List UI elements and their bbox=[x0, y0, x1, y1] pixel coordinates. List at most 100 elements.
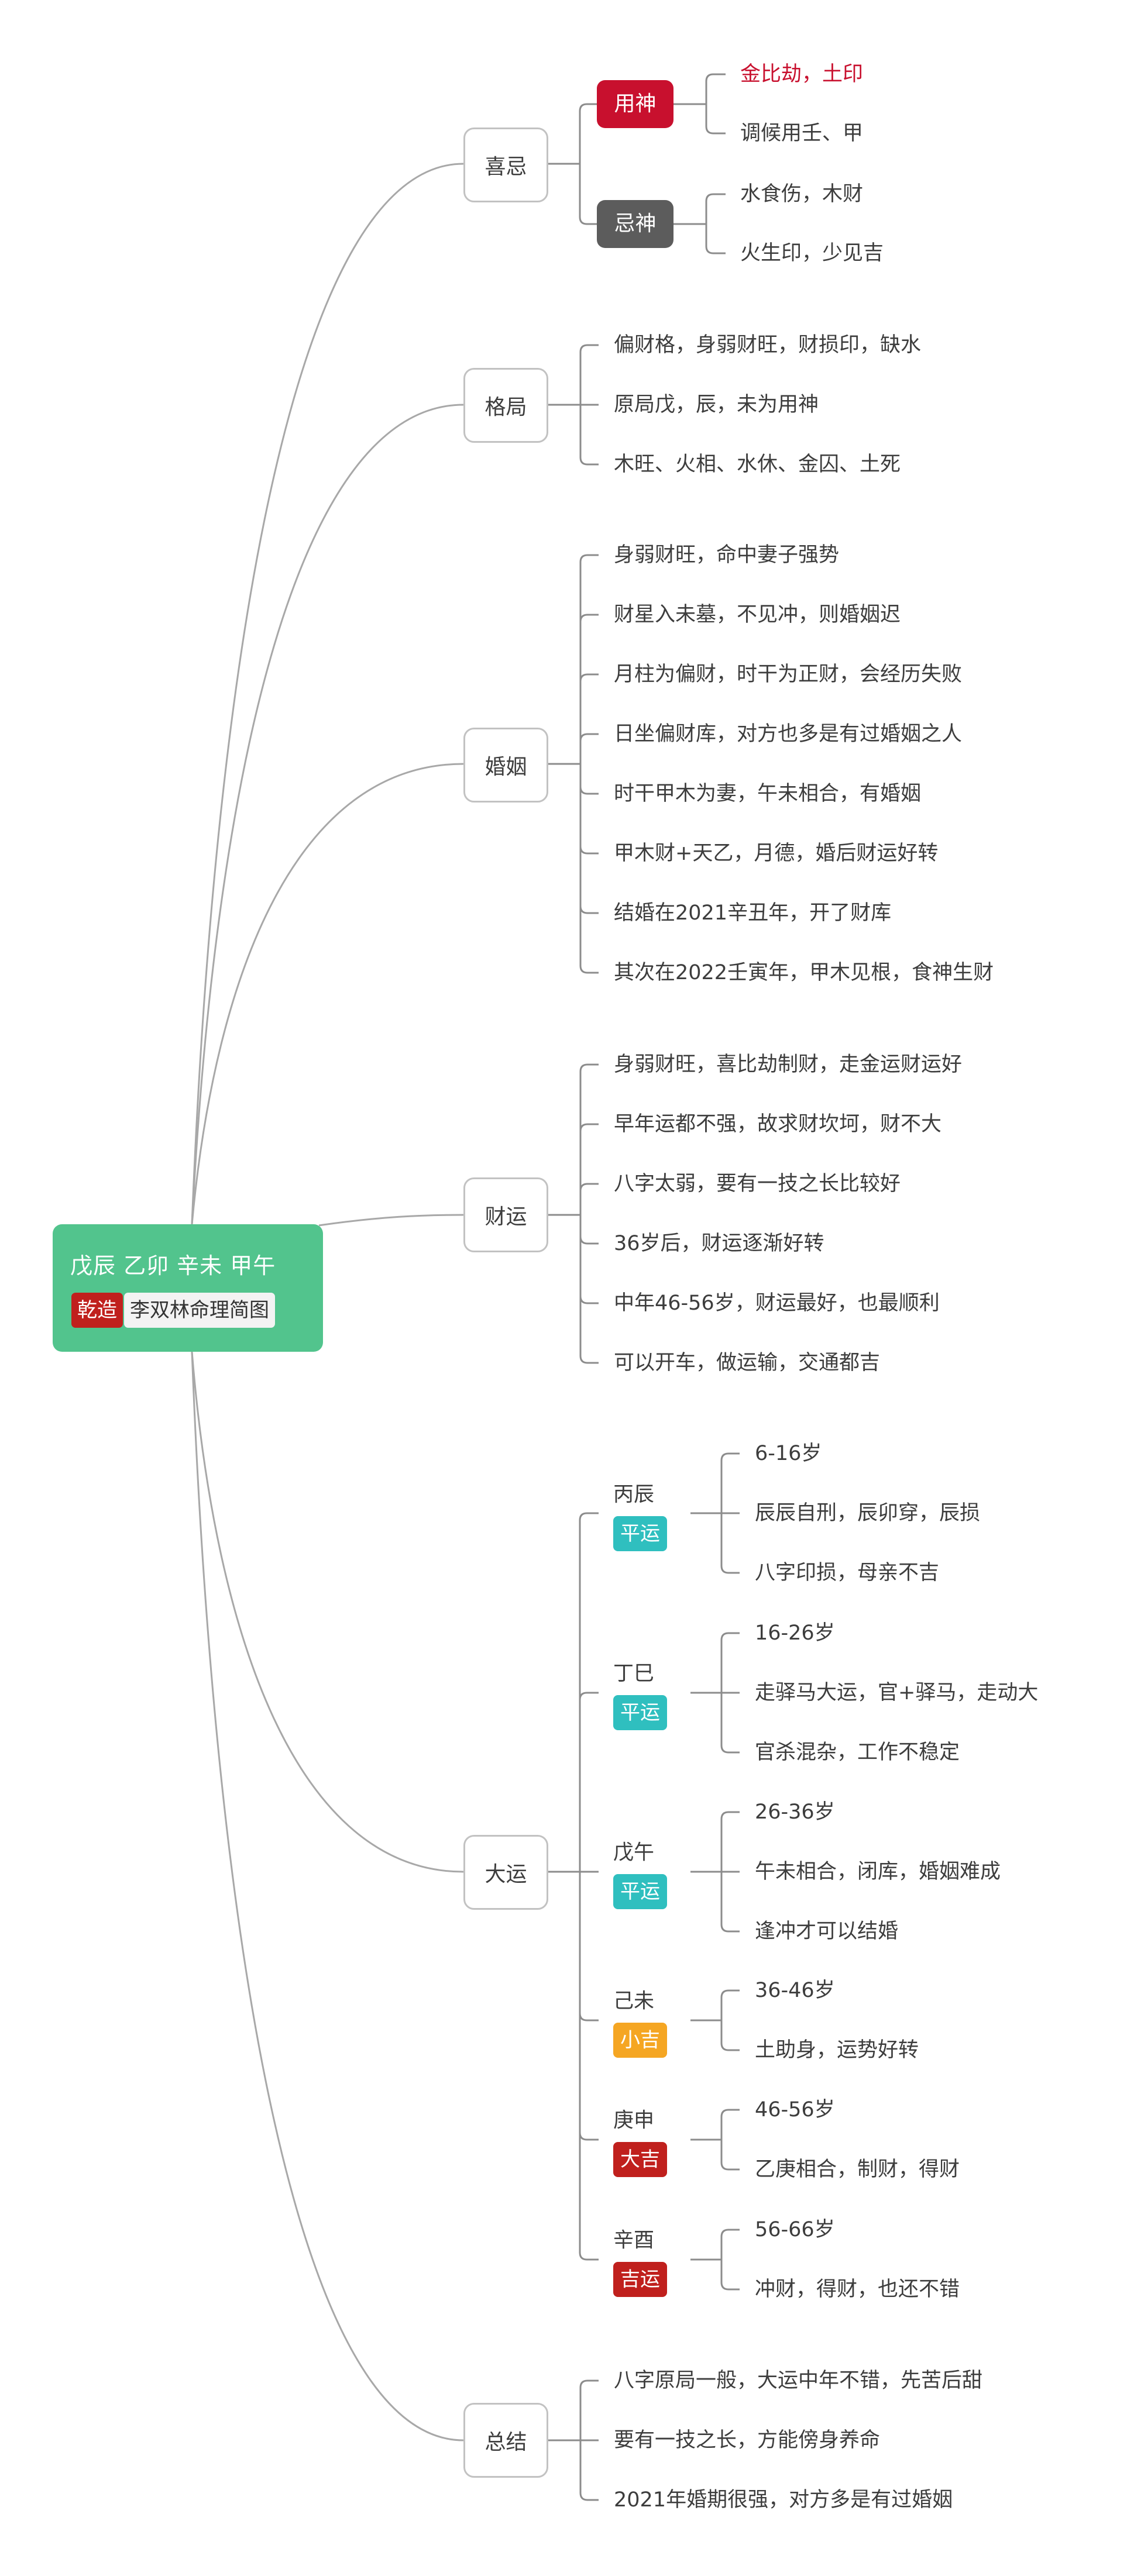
dayun-item: 走驿马大运，官+驿马，走动大 bbox=[755, 1681, 1039, 1704]
root-connector bbox=[191, 163, 464, 1225]
bracket-stub bbox=[579, 2013, 599, 2021]
dayun-item: 56-66岁 bbox=[755, 2218, 835, 2241]
bracket-stub bbox=[579, 1296, 599, 1304]
zongjie-item: 2021年婚期很强，对方多是有过婚姻 bbox=[614, 2488, 953, 2512]
zongjie-item: 八字原局一般，大运中年不错，先苦后甜 bbox=[614, 2369, 983, 2392]
dayun-item: 乙庚相合，制财，得财 bbox=[755, 2158, 960, 2181]
dayun-rating-badge: 吉运 bbox=[613, 2262, 667, 2297]
bracket-stub bbox=[579, 733, 599, 742]
bracket-stub bbox=[579, 1236, 599, 1245]
hunyin-item: 结婚在2021辛丑年，开了财库 bbox=[614, 901, 892, 925]
dayun-item: 午未相合，闭库，婚姻难成 bbox=[755, 1860, 1001, 1883]
geju-item: 木旺、火相、水休、金囚、土死 bbox=[614, 453, 901, 476]
dayun-pillar: 丁巳 bbox=[613, 1662, 655, 1686]
hunyin-item: 日坐偏财库，对方也多是有过婚姻之人 bbox=[614, 722, 963, 746]
bracket-stub bbox=[579, 2379, 599, 2388]
caiyun-item: 早年运都不强，故求财坎坷，财不大 bbox=[614, 1113, 942, 1136]
bracket-stub bbox=[720, 1632, 740, 1641]
bracket-stub bbox=[579, 905, 599, 914]
dayun-item: 36-46岁 bbox=[755, 1979, 835, 2002]
dayun-item: 16-26岁 bbox=[755, 1621, 835, 1645]
bracket-stub bbox=[720, 1745, 740, 1754]
bracket-stub bbox=[579, 1692, 599, 1700]
taboo-god-item: 火生印，少见吉 bbox=[740, 242, 884, 265]
chart-name-tag: 李双林命理简图 bbox=[124, 1293, 275, 1328]
bracket-stub bbox=[720, 2282, 740, 2291]
caiyun-item: 身弱财旺，喜比劫制财，走金运财运好 bbox=[614, 1053, 963, 1076]
hunyin-item: 甲木财+天乙，月德，婚后财运好转 bbox=[614, 842, 939, 865]
branch-xiji[interactable]: 喜忌 bbox=[463, 128, 548, 202]
dayun-item: 官杀混杂，工作不稳定 bbox=[755, 1741, 960, 1764]
dayun-rating-badge: 平运 bbox=[613, 1874, 667, 1909]
branch-caiyun[interactable]: 财运 bbox=[463, 1177, 548, 1252]
bracket-stub bbox=[579, 1183, 599, 1191]
bracket-stub bbox=[579, 614, 599, 622]
dayun-item: 八字印损，母亲不吉 bbox=[755, 1561, 940, 1585]
zongjie-item: 要有一技之长，方能傍身养命 bbox=[614, 2429, 881, 2452]
bracket-stub bbox=[579, 846, 599, 855]
bracket-stub bbox=[579, 103, 597, 112]
bracket-stub bbox=[579, 2132, 599, 2141]
bazi-pillars: 戊辰 乙卯 辛未 甲午 bbox=[70, 1253, 276, 1279]
bracket-stub bbox=[579, 344, 599, 353]
bracket-stub bbox=[579, 965, 599, 974]
dayun-pillar: 庚申 bbox=[613, 2109, 655, 2133]
dayun-item: 土助身，运势好转 bbox=[755, 2038, 919, 2062]
dayun-item: 6-16岁 bbox=[755, 1442, 822, 1465]
hunyin-item: 时干甲木为妻，午未相合，有婚姻 bbox=[614, 782, 922, 805]
dayun-item: 逢冲才可以结婚 bbox=[755, 1920, 899, 1943]
bracket-stub bbox=[705, 126, 726, 135]
useful-god-item: 金比劫，土印 bbox=[740, 63, 864, 86]
taboo-god-badge[interactable]: 忌神 bbox=[597, 200, 673, 248]
hunyin-item: 月柱为偏财，时干为正财，会经历失败 bbox=[614, 663, 963, 686]
bracket-stub bbox=[720, 2162, 740, 2171]
taboo-god-item: 水食伤，木财 bbox=[740, 182, 864, 206]
caiyun-item: 可以开车，做运输，交通都吉 bbox=[614, 1351, 881, 1375]
bracket-stub bbox=[579, 2492, 599, 2501]
dayun-item: 冲财，得财，也还不错 bbox=[755, 2278, 960, 2301]
geju-item: 偏财格，身弱财旺，财损印，缺水 bbox=[614, 333, 922, 357]
bracket-stub bbox=[579, 1123, 599, 1132]
dayun-item: 46-56岁 bbox=[755, 2098, 835, 2122]
bracket-stub bbox=[720, 2043, 740, 2051]
caiyun-item: 36岁后，财运逐渐好转 bbox=[614, 1232, 824, 1255]
hunyin-item: 身弱财旺，命中妻子强势 bbox=[614, 543, 840, 567]
bracket-stub bbox=[579, 786, 599, 795]
bracket-stub bbox=[720, 1924, 740, 1933]
geju-item: 原局戊，辰，未为用神 bbox=[614, 393, 819, 416]
root-connector bbox=[318, 1214, 464, 1227]
bracket-stub bbox=[579, 1512, 599, 1521]
hunyin-item: 其次在2022壬寅年，甲木见根，食神生财 bbox=[614, 961, 994, 984]
gender-tag: 乾造 bbox=[71, 1293, 123, 1328]
branch-hunyin[interactable]: 婚姻 bbox=[463, 728, 548, 803]
bracket-stub bbox=[720, 2229, 740, 2237]
bracket-stub bbox=[705, 193, 726, 202]
root-connector bbox=[191, 1351, 464, 2441]
root-node[interactable]: 戊辰 乙卯 辛未 甲午 乾造 李双林命理简图 bbox=[53, 1224, 323, 1352]
useful-god-badge[interactable]: 用神 bbox=[597, 80, 673, 128]
bracket-stub bbox=[579, 1063, 599, 1072]
dayun-rating-badge: 小吉 bbox=[613, 2023, 667, 2058]
bracket-stub bbox=[705, 246, 726, 254]
dayun-pillar: 戊午 bbox=[613, 1841, 655, 1865]
bracket-stub bbox=[579, 457, 599, 466]
dayun-pillar: 丙辰 bbox=[613, 1483, 655, 1507]
dayun-item: 26-36岁 bbox=[755, 1800, 835, 1824]
bracket-stub bbox=[579, 216, 597, 225]
bracket-stub bbox=[720, 2109, 740, 2117]
branch-dayun[interactable]: 大运 bbox=[463, 1835, 548, 1910]
bracket-stub bbox=[720, 1565, 740, 1574]
useful-god-item: 调候用壬、甲 bbox=[740, 122, 864, 145]
root-connector bbox=[191, 404, 464, 1225]
branch-geju[interactable]: 格局 bbox=[463, 368, 548, 443]
dayun-item: 辰辰自刑，辰卯穿，辰损 bbox=[755, 1501, 981, 1525]
caiyun-item: 八字太弱，要有一技之长比较好 bbox=[614, 1172, 901, 1196]
branch-zongjie[interactable]: 总结 bbox=[463, 2403, 548, 2478]
bracket-stub bbox=[579, 554, 599, 563]
bracket-stub bbox=[579, 2252, 599, 2261]
caiyun-item: 中年46-56岁，财运最好，也最顺利 bbox=[614, 1292, 940, 1315]
bracket-stub bbox=[579, 1355, 599, 1364]
bracket-stub bbox=[720, 1811, 740, 1820]
bracket-stub bbox=[579, 673, 599, 682]
dayun-rating-badge: 大吉 bbox=[613, 2142, 667, 2177]
